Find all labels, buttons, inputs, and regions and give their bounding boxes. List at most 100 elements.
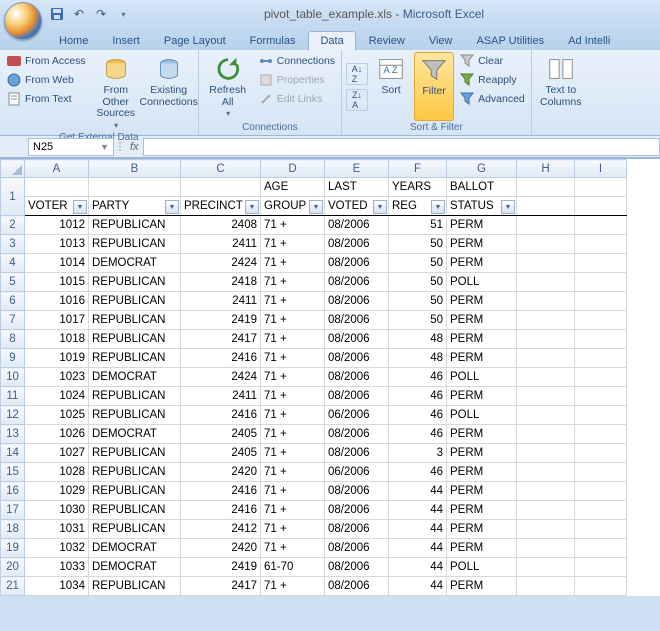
cell-I21[interactable]: [575, 577, 627, 596]
cell-I16[interactable]: [575, 482, 627, 501]
cell-D5[interactable]: 71 +: [261, 273, 325, 292]
cell-C21[interactable]: 2417: [181, 577, 261, 596]
row-header-9[interactable]: 9: [1, 349, 25, 368]
row-header-2[interactable]: 2: [1, 216, 25, 235]
row-header-21[interactable]: 21: [1, 577, 25, 596]
cell-C3[interactable]: 2411: [181, 235, 261, 254]
cell-F5[interactable]: 50: [389, 273, 447, 292]
filter-dropdown-icon[interactable]: ▼: [245, 200, 259, 214]
tab-asap-utilities[interactable]: ASAP Utilities: [465, 32, 555, 50]
cell-F14[interactable]: 3: [389, 444, 447, 463]
cell-D14[interactable]: 71 +: [261, 444, 325, 463]
cell-A8[interactable]: 1018: [25, 330, 89, 349]
reapply-button[interactable]: Reapply: [457, 71, 527, 89]
cell-E12[interactable]: 06/2006: [325, 406, 389, 425]
cell-A16[interactable]: 1029: [25, 482, 89, 501]
cell-H8[interactable]: [517, 330, 575, 349]
sort-button[interactable]: A ZSort: [371, 52, 411, 121]
cell-F15[interactable]: 46: [389, 463, 447, 482]
cell-G4[interactable]: PERM: [447, 254, 517, 273]
sort-asc-button[interactable]: A↓Z: [346, 63, 368, 85]
cell-G6[interactable]: PERM: [447, 292, 517, 311]
cell-B9[interactable]: REPUBLICAN: [89, 349, 181, 368]
row-header-6[interactable]: 6: [1, 292, 25, 311]
qat-customize-icon[interactable]: [114, 5, 132, 23]
header-cell[interactable]: [25, 178, 89, 197]
header-cell[interactable]: [575, 178, 627, 197]
row-header-14[interactable]: 14: [1, 444, 25, 463]
cell-A14[interactable]: 1027: [25, 444, 89, 463]
cell-D2[interactable]: 71 +: [261, 216, 325, 235]
cell-E16[interactable]: 08/2006: [325, 482, 389, 501]
header-cell-group[interactable]: GROUP▼: [261, 197, 325, 216]
tab-view[interactable]: View: [418, 32, 464, 50]
from-text-button[interactable]: From Text: [4, 90, 88, 108]
col-header-F[interactable]: F: [389, 160, 447, 178]
cell-H6[interactable]: [517, 292, 575, 311]
cell-C18[interactable]: 2412: [181, 520, 261, 539]
cell-B5[interactable]: REPUBLICAN: [89, 273, 181, 292]
cell-A12[interactable]: 1025: [25, 406, 89, 425]
cell-D8[interactable]: 71 +: [261, 330, 325, 349]
header-cell[interactable]: [517, 178, 575, 197]
chevron-down-icon[interactable]: ▼: [100, 142, 109, 152]
cell-H9[interactable]: [517, 349, 575, 368]
cell-A3[interactable]: 1013: [25, 235, 89, 254]
row-header-17[interactable]: 17: [1, 501, 25, 520]
filter-dropdown-icon[interactable]: ▼: [309, 200, 323, 214]
cell-G16[interactable]: PERM: [447, 482, 517, 501]
cell-F19[interactable]: 44: [389, 539, 447, 558]
cell-H20[interactable]: [517, 558, 575, 577]
filter-dropdown-icon[interactable]: ▼: [165, 200, 179, 214]
cell-E2[interactable]: 08/2006: [325, 216, 389, 235]
cell-B8[interactable]: REPUBLICAN: [89, 330, 181, 349]
cell-B13[interactable]: DEMOCRAT: [89, 425, 181, 444]
name-box[interactable]: N25▼: [28, 138, 114, 156]
cell-A7[interactable]: 1017: [25, 311, 89, 330]
cell-C15[interactable]: 2420: [181, 463, 261, 482]
from-other-sources-button[interactable]: From Other Sources: [91, 52, 141, 131]
cell-B20[interactable]: DEMOCRAT: [89, 558, 181, 577]
cell-G11[interactable]: PERM: [447, 387, 517, 406]
tab-data[interactable]: Data: [308, 31, 355, 50]
cell-G20[interactable]: POLL: [447, 558, 517, 577]
cell-H11[interactable]: [517, 387, 575, 406]
cell-C4[interactable]: 2424: [181, 254, 261, 273]
col-header-C[interactable]: C: [181, 160, 261, 178]
cell-I4[interactable]: [575, 254, 627, 273]
select-all-corner[interactable]: [1, 160, 25, 178]
cell-I12[interactable]: [575, 406, 627, 425]
filter-dropdown-icon[interactable]: ▼: [501, 200, 515, 214]
cell-D13[interactable]: 71 +: [261, 425, 325, 444]
cell-C19[interactable]: 2420: [181, 539, 261, 558]
filter-button[interactable]: Filter: [414, 52, 454, 121]
cell-D17[interactable]: 71 +: [261, 501, 325, 520]
cell-I15[interactable]: [575, 463, 627, 482]
cell-C2[interactable]: 2408: [181, 216, 261, 235]
cell-H15[interactable]: [517, 463, 575, 482]
header-cell[interactable]: [181, 178, 261, 197]
cell-G8[interactable]: PERM: [447, 330, 517, 349]
filter-dropdown-icon[interactable]: ▼: [73, 200, 87, 214]
cell-E13[interactable]: 08/2006: [325, 425, 389, 444]
cell-F13[interactable]: 46: [389, 425, 447, 444]
cell-F7[interactable]: 50: [389, 311, 447, 330]
cell-A10[interactable]: 1023: [25, 368, 89, 387]
cell-C20[interactable]: 2419: [181, 558, 261, 577]
cell-G12[interactable]: POLL: [447, 406, 517, 425]
cell-D20[interactable]: 61-70: [261, 558, 325, 577]
cell-I2[interactable]: [575, 216, 627, 235]
cell-D15[interactable]: 71 +: [261, 463, 325, 482]
cell-A9[interactable]: 1019: [25, 349, 89, 368]
cell-G14[interactable]: PERM: [447, 444, 517, 463]
cell-A17[interactable]: 1030: [25, 501, 89, 520]
header-cell-status[interactable]: STATUS▼: [447, 197, 517, 216]
row-header-16[interactable]: 16: [1, 482, 25, 501]
cell-D16[interactable]: 71 +: [261, 482, 325, 501]
header-cell-party[interactable]: PARTY▼: [89, 197, 181, 216]
col-header-A[interactable]: A: [25, 160, 89, 178]
row-header-3[interactable]: 3: [1, 235, 25, 254]
cell-C9[interactable]: 2416: [181, 349, 261, 368]
cell-I13[interactable]: [575, 425, 627, 444]
cell-E9[interactable]: 08/2006: [325, 349, 389, 368]
